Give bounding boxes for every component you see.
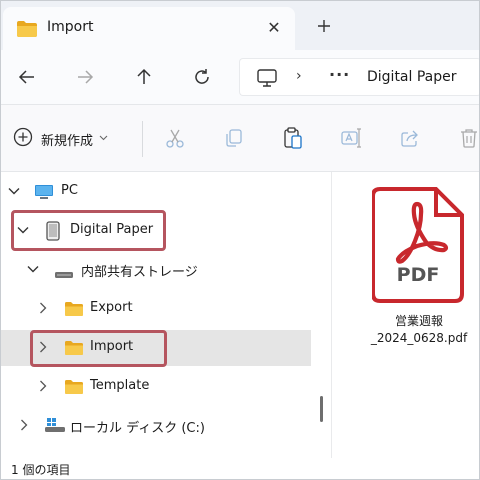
forward-arrow-icon[interactable] (71, 63, 99, 91)
windows-drive-icon (44, 417, 66, 437)
command-bar: 新規作成 (1, 105, 479, 171)
file-item[interactable]: PDF 営業週報 _2024_0628.pdf (371, 186, 467, 345)
file-type-badge: PDF (396, 264, 440, 286)
delete-icon[interactable] (457, 126, 479, 150)
add-circle-icon (13, 127, 33, 151)
file-list: PDF 営業週報 _2024_0628.pdf (332, 172, 479, 458)
back-arrow-icon[interactable] (13, 63, 41, 91)
tree-item-label: Template (90, 378, 150, 393)
chevron-right-icon[interactable] (36, 301, 50, 315)
tree-item-label: ローカル ディスク (C:) (70, 421, 205, 436)
rename-icon[interactable] (339, 126, 363, 150)
computer-icon (34, 184, 54, 204)
paste-icon[interactable] (281, 126, 305, 150)
file-name-line: 営業週報 (394, 314, 443, 328)
highlight-box (30, 330, 167, 367)
new-tab-button[interactable] (313, 15, 335, 37)
new-button[interactable]: 新規作成 (13, 125, 108, 153)
drive-icon (54, 265, 74, 284)
chevron-right-icon[interactable] (17, 418, 31, 432)
tree-item-internal-storage[interactable]: 内部共有ストレージ (1, 252, 311, 288)
new-button-label: 新規作成 (41, 133, 94, 149)
pdf-file-icon (371, 187, 466, 308)
highlight-box (11, 210, 166, 251)
tree-item-pc[interactable]: PC (1, 174, 311, 210)
tree-item-template[interactable]: Template (1, 369, 311, 405)
breadcrumb-separator[interactable]: › (296, 68, 302, 84)
folder-icon (64, 301, 84, 321)
status-bar: 1 個の項目 (1, 458, 479, 479)
file-explorer-window: Import ✕ › ··· Digital Paper 新規作成 PC Dig… (0, 0, 480, 480)
toolbar-separator (142, 121, 143, 157)
chevron-down-icon[interactable] (7, 184, 21, 198)
tab-import[interactable]: Import ✕ (3, 7, 295, 50)
file-name: 営業週報 _2024_0628.pdf (362, 313, 476, 347)
copy-icon[interactable] (222, 126, 246, 150)
close-tab-icon[interactable]: ✕ (263, 16, 285, 38)
refresh-icon[interactable] (188, 63, 216, 91)
address-bar[interactable]: › ··· Digital Paper (239, 58, 479, 96)
folder-icon (64, 379, 84, 399)
tree-item-label: Export (90, 300, 133, 315)
monitor-icon (256, 69, 278, 91)
scrollbar-thumb[interactable] (320, 396, 323, 422)
item-count: 1 個の項目 (11, 463, 71, 477)
tree-item-label: PC (61, 183, 78, 198)
tree-item-local-disk[interactable]: ローカル ディスク (C:) (1, 408, 311, 444)
file-name-line: _2024_0628.pdf (370, 331, 468, 345)
tab-strip: Import ✕ (1, 1, 479, 50)
chevron-down-icon (99, 134, 108, 144)
navigation-bar: › ··· Digital Paper (1, 50, 479, 104)
folder-icon (16, 20, 38, 42)
tree-item-export[interactable]: Export (1, 291, 311, 327)
cut-icon[interactable] (163, 126, 187, 150)
navigation-pane: PC Digital Paper 内部共有ストレージ Export Import… (1, 172, 313, 458)
tab-title: Import (47, 19, 94, 35)
chevron-right-icon[interactable] (36, 379, 50, 393)
breadcrumb-current[interactable]: Digital Paper (367, 69, 457, 85)
up-arrow-icon[interactable] (130, 63, 158, 91)
chevron-down-icon[interactable] (26, 262, 40, 276)
share-icon[interactable] (398, 126, 422, 150)
breadcrumb-overflow-button[interactable]: ··· (329, 65, 350, 84)
tree-item-label: 内部共有ストレージ (81, 265, 198, 280)
